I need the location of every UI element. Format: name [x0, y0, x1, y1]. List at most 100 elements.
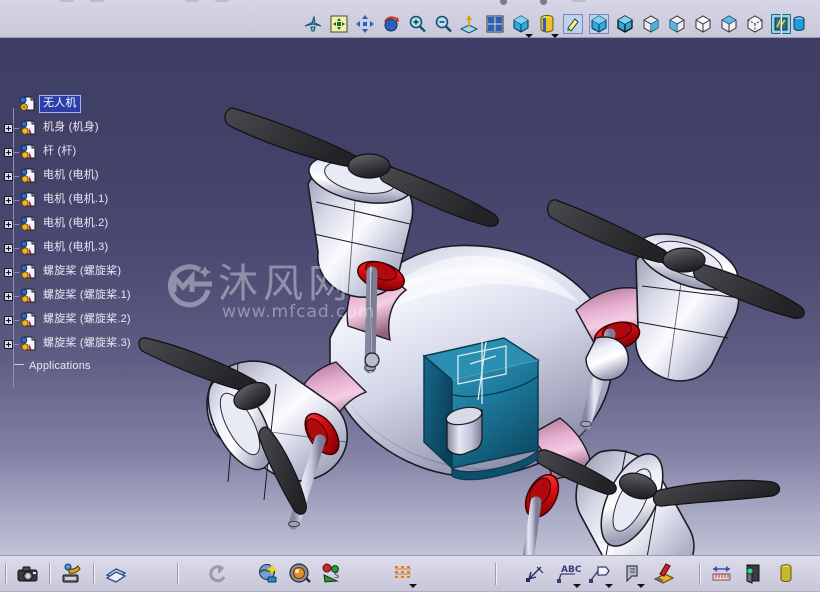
hidden-line-removal-icon[interactable]: [718, 13, 740, 35]
view-toolbar: [300, 9, 612, 38]
multi-view-icon[interactable]: [484, 13, 506, 35]
update-icon[interactable]: [205, 561, 231, 587]
drone-arm-front-left: [206, 360, 368, 530]
chevron-down-icon[interactable]: [573, 584, 581, 588]
tree-elbow: [13, 347, 24, 365]
tree-root-label[interactable]: 无人机: [39, 95, 81, 113]
tree-spine: [13, 108, 14, 388]
toolbar-separator: [780, 13, 782, 34]
part-icon: [19, 312, 37, 328]
tree-applications-label[interactable]: Applications: [26, 359, 94, 375]
tree-item-label[interactable]: 杆 (杆): [40, 144, 79, 160]
balloon-icon[interactable]: [587, 561, 613, 588]
simulation-icon[interactable]: S: [319, 561, 345, 587]
tree-item-8[interactable]: 螺旋桨 (螺旋桨.2): [4, 308, 154, 332]
rotate-icon[interactable]: [380, 13, 402, 35]
pan-icon[interactable]: [354, 13, 376, 35]
zoom-out-icon[interactable]: [432, 13, 454, 35]
toolbar-separator: [177, 563, 179, 585]
tree-item-label[interactable]: 电机 (电机): [40, 168, 102, 184]
isometric-view-icon[interactable]: [510, 13, 533, 38]
render-ball-icon[interactable]: [287, 561, 313, 587]
expand-icon[interactable]: [4, 171, 13, 181]
part-icon: [19, 192, 37, 208]
tree-item-0[interactable]: 机身 (机身): [4, 116, 154, 140]
chevron-down-icon[interactable]: [525, 33, 533, 38]
tree-item-4[interactable]: 电机 (电机.2): [4, 212, 154, 236]
dynamic-hidden-line-icon[interactable]: [744, 13, 766, 35]
tree-item-9[interactable]: 螺旋桨 (螺旋桨.3): [4, 332, 154, 356]
shading-with-edges-no-smooth-icon[interactable]: [640, 13, 662, 35]
grid-snap-icon[interactable]: [391, 561, 417, 588]
chevron-down-icon[interactable]: [605, 584, 613, 588]
drone-front-sensor: [364, 352, 380, 368]
material-toolbar: [776, 9, 812, 38]
render-style-1-icon[interactable]: [562, 13, 584, 35]
tree-item-label[interactable]: 螺旋桨 (螺旋桨.2): [40, 312, 134, 328]
tree-item-label[interactable]: 电机 (电机.2): [40, 216, 111, 232]
shading-with-edges-icon[interactable]: [614, 13, 636, 35]
tree-item-1[interactable]: 杆 (杆): [4, 140, 154, 164]
part-icon: [19, 216, 37, 232]
bottom-toolbar: S ABC: [0, 555, 820, 592]
chevron-down-icon[interactable]: [551, 33, 559, 38]
tree-item-6[interactable]: 螺旋桨 (螺旋桨): [4, 260, 154, 284]
tree-item-2[interactable]: 电机 (电机): [4, 164, 154, 188]
expand-icon[interactable]: [4, 315, 13, 325]
specification-tree[interactable]: 无人机 机身 (机身) 杆 (杆) 电机 (电机) 电机 (电机.1) 电机 (…: [4, 92, 154, 388]
tree-item-label[interactable]: 机身 (机身): [40, 120, 102, 136]
scene-star-icon[interactable]: [255, 561, 281, 587]
render-style-toolbar: [586, 9, 794, 38]
tree-item-label[interactable]: 螺旋桨 (螺旋桨): [40, 264, 124, 280]
tree-item-label[interactable]: 螺旋桨 (螺旋桨.1): [40, 288, 134, 304]
apply-material-icon[interactable]: [536, 13, 559, 38]
toolbar-separator: [495, 563, 497, 585]
expand-icon[interactable]: [4, 339, 13, 349]
tree-item-label[interactable]: 螺旋桨 (螺旋桨.3): [40, 336, 134, 352]
fly-mode-icon[interactable]: [302, 13, 324, 35]
expand-icon[interactable]: [4, 195, 13, 205]
shading-with-material-icon[interactable]: [666, 13, 688, 35]
shading-icon[interactable]: [588, 13, 610, 35]
toolbar-separator: [93, 563, 95, 585]
tree-item-5[interactable]: 电机 (电机.3): [4, 236, 154, 260]
tree-root-node[interactable]: 无人机: [4, 92, 154, 116]
expand-icon[interactable]: [4, 219, 13, 229]
part-icon: [19, 144, 37, 160]
part-icon: [19, 264, 37, 280]
measure-between-icon[interactable]: [709, 561, 735, 587]
chevron-down-icon[interactable]: [409, 584, 417, 588]
tree-item-3[interactable]: 电机 (电机.1): [4, 188, 154, 212]
album-icon[interactable]: [59, 561, 85, 587]
fit-all-in-icon[interactable]: [328, 13, 350, 35]
tree-applications-node[interactable]: Applications: [4, 347, 154, 378]
text-abc-icon[interactable]: ABC: [555, 561, 582, 588]
expand-icon[interactable]: [4, 147, 13, 157]
toolbar-separator: [5, 563, 7, 585]
measure-inertia-icon[interactable]: [773, 561, 799, 587]
zoom-in-icon[interactable]: [406, 13, 428, 35]
wireframe-icon[interactable]: [692, 13, 714, 35]
part-icon: [19, 120, 37, 136]
tree-item-7[interactable]: 螺旋桨 (螺旋桨.1): [4, 284, 154, 308]
part-icon: [19, 168, 37, 184]
pointer-note-icon[interactable]: [619, 561, 645, 588]
measure-item-icon[interactable]: [741, 561, 767, 587]
toolbar-separator: [49, 563, 51, 585]
layers-icon[interactable]: [103, 561, 129, 587]
chevron-down-icon[interactable]: [637, 584, 645, 588]
normal-view-icon[interactable]: [458, 13, 480, 35]
expand-icon[interactable]: [4, 291, 13, 301]
tree-item-label[interactable]: 电机 (电机.3): [40, 240, 111, 256]
expand-icon[interactable]: [4, 123, 13, 133]
tree-item-label[interactable]: 电机 (电机.1): [40, 192, 111, 208]
expand-icon[interactable]: [4, 243, 13, 253]
dimension-icon[interactable]: [523, 561, 549, 587]
paint-tool-icon[interactable]: [651, 561, 677, 587]
library-material-icon[interactable]: [788, 13, 810, 35]
3d-viewport[interactable]: 沐风网 www.mfcad.com 无人机 机身 (机身) 杆 (杆) 电机 (…: [0, 38, 820, 555]
expand-icon[interactable]: [4, 267, 13, 277]
toolbar-separator: [699, 563, 701, 585]
camera-icon[interactable]: [15, 561, 41, 587]
part-icon: [19, 240, 37, 256]
